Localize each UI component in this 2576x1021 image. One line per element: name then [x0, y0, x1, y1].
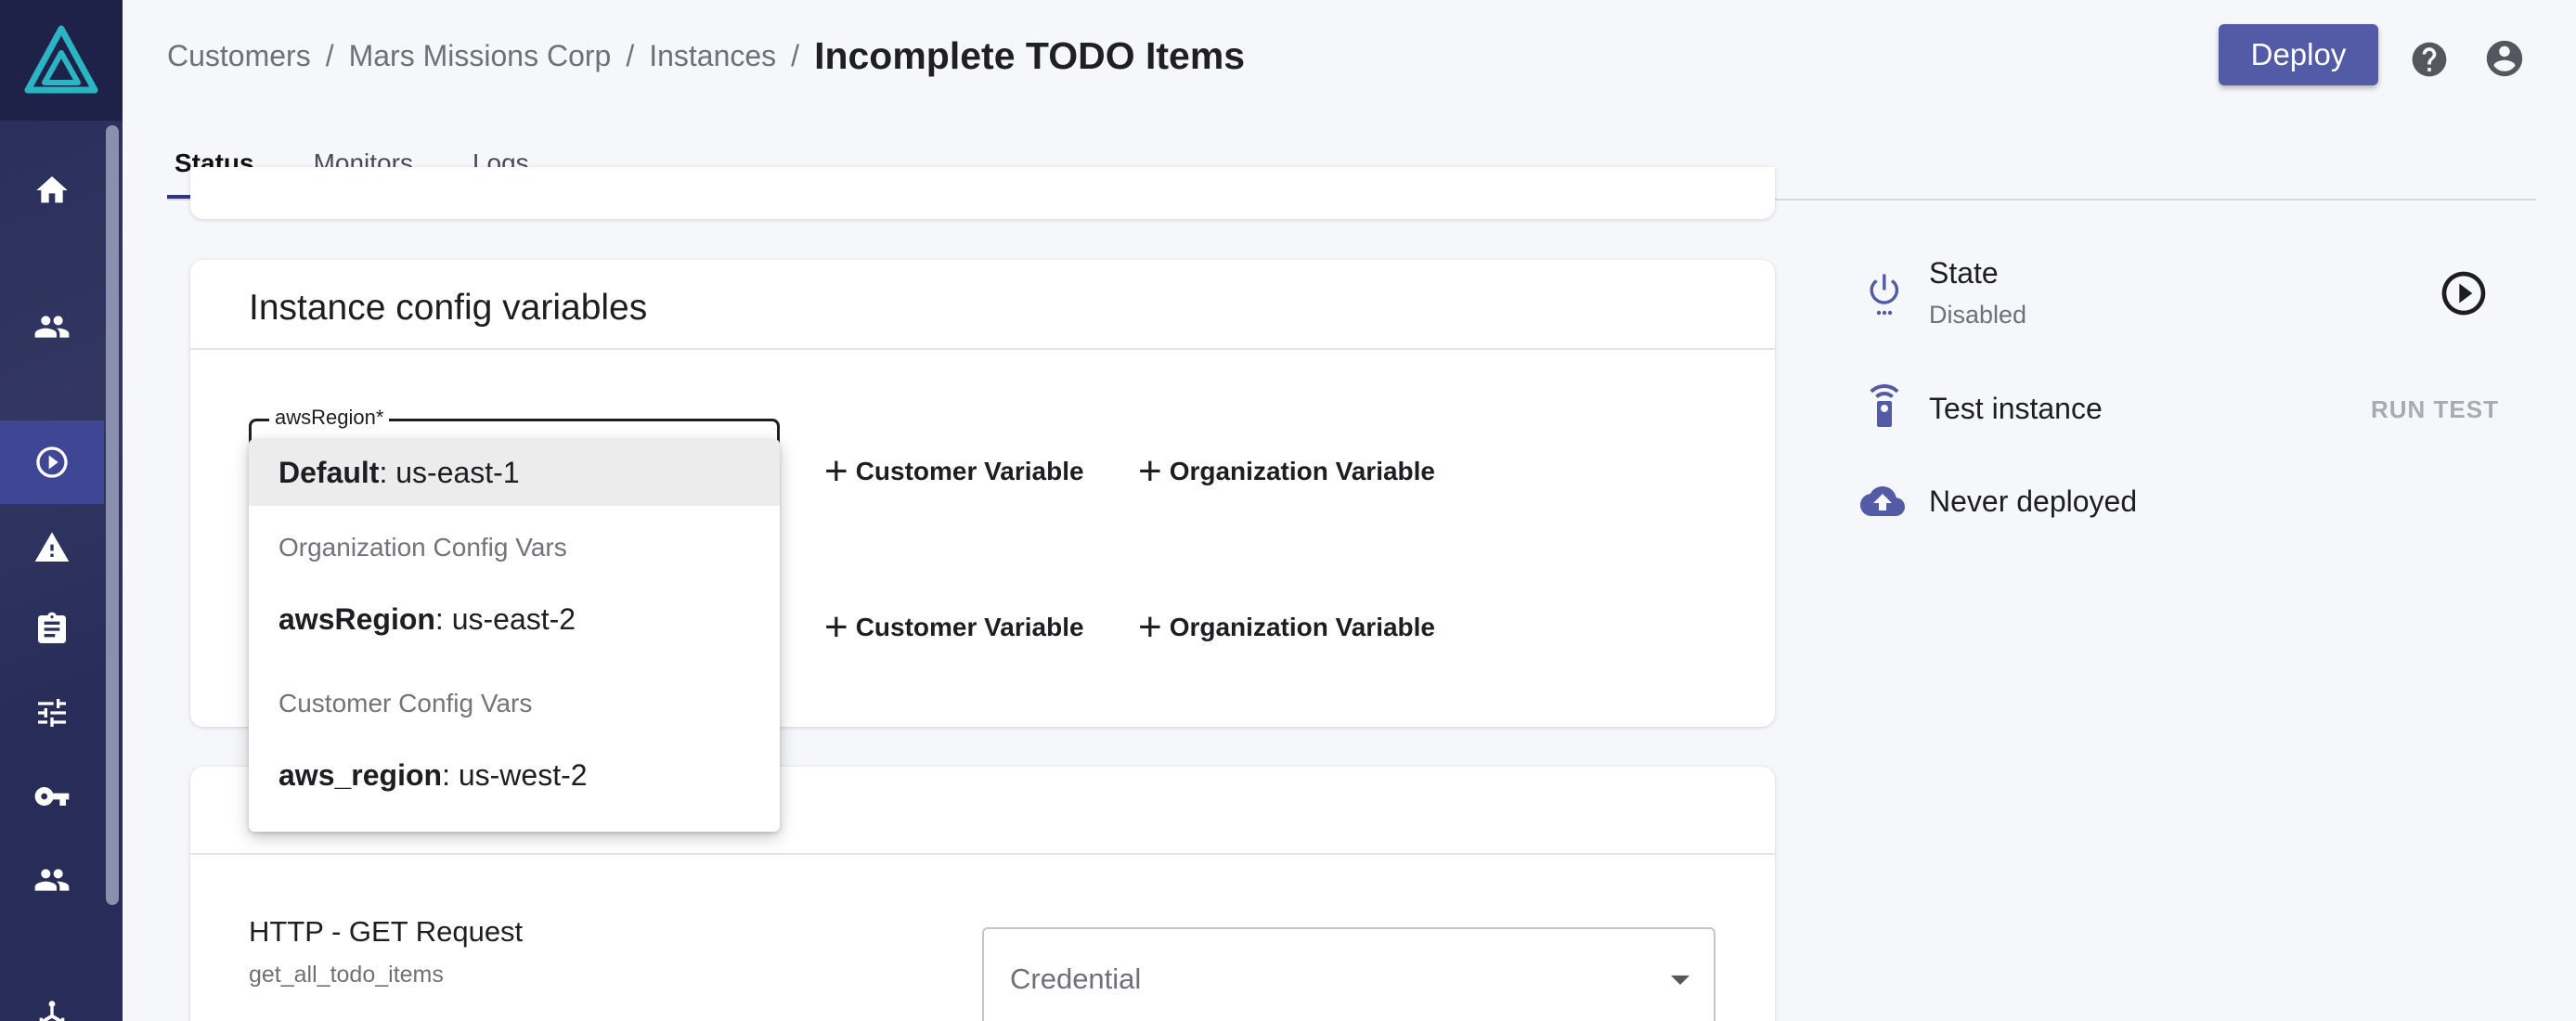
- add-customer-variable-button[interactable]: + Customer Variable: [824, 448, 1084, 495]
- credential-placeholder: Credential: [1010, 963, 1142, 995]
- add-customer-variable-button[interactable]: + Customer Variable: [824, 604, 1084, 651]
- state-value: Disabled: [1929, 301, 2027, 329]
- alert-warning-icon: [34, 532, 70, 562]
- sidebar-item-customers[interactable]: [0, 285, 104, 368]
- sidebar-item-home[interactable]: [0, 149, 104, 232]
- sidebar: [0, 0, 123, 1021]
- add-organization-variable-button[interactable]: + Organization Variable: [1138, 604, 1435, 651]
- help-icon[interactable]: [2409, 39, 2450, 80]
- remote-test-icon: [1870, 384, 1899, 427]
- option-key: aws_region: [278, 757, 443, 792]
- previous-card: [190, 167, 1775, 219]
- breadcrumb-separator: /: [791, 38, 800, 72]
- dropdown-group-header: Organization Config Vars: [278, 533, 567, 562]
- breadcrumb-separator: /: [626, 38, 635, 72]
- dropdown-option-default[interactable]: Default: us-east-1: [249, 439, 780, 506]
- sidebar-scrollbar[interactable]: [106, 125, 119, 905]
- users-icon: [34, 869, 70, 891]
- add-customer-variable-label: Customer Variable: [855, 457, 1084, 485]
- add-organization-variable-label: Organization Variable: [1169, 613, 1436, 641]
- tune-sliders-icon: [38, 699, 66, 727]
- breadcrumb-separator: /: [325, 38, 334, 72]
- customers-icon: [34, 316, 70, 338]
- sidebar-item-users[interactable]: [0, 838, 104, 922]
- option-value: : us-west-2: [442, 757, 588, 792]
- action-key: get_all_todo_items: [249, 962, 444, 988]
- option-key: awsRegion: [278, 601, 435, 636]
- dropdown-option-customer-var[interactable]: aws_region: us-west-2: [249, 742, 780, 808]
- integrations-icon: [39, 1001, 65, 1021]
- sidebar-item-logs[interactable]: [0, 588, 104, 671]
- config-card-title: Instance config variables: [249, 288, 648, 328]
- deploy-button[interactable]: Deploy: [2219, 24, 2378, 85]
- enable-play-icon[interactable]: [2438, 267, 2490, 319]
- chevron-down-icon: [1671, 976, 1689, 985]
- sidebar-item-alerts[interactable]: [0, 506, 104, 589]
- dropdown-group-header: Customer Config Vars: [278, 689, 533, 717]
- add-organization-variable-label: Organization Variable: [1169, 457, 1436, 485]
- logo[interactable]: [0, 0, 123, 121]
- add-customer-variable-label: Customer Variable: [855, 613, 1084, 641]
- plus-icon: +: [1138, 448, 1162, 494]
- plus-icon: +: [824, 604, 848, 650]
- test-instance-label: Test instance: [1929, 392, 2103, 425]
- card-divider: [190, 348, 1775, 350]
- add-organization-variable-button[interactable]: + Organization Variable: [1138, 448, 1435, 495]
- clipboard-icon: [38, 612, 66, 643]
- plus-icon: +: [824, 448, 848, 494]
- cloud-upload-icon: [1860, 486, 1905, 516]
- sidebar-item-settings[interactable]: [0, 671, 104, 755]
- breadcrumb-customers[interactable]: Customers: [167, 39, 311, 73]
- state-label: State: [1929, 256, 1999, 290]
- sidebar-item-integrations[interactable]: [0, 975, 104, 1021]
- dropdown-option-org-var[interactable]: awsRegion: us-east-2: [249, 586, 780, 653]
- credential-select[interactable]: Credential: [982, 927, 1715, 1021]
- account-icon[interactable]: [2483, 37, 2526, 80]
- aws-region-field-label: awsRegion*: [269, 406, 390, 430]
- breadcrumb: Customers / Mars Missions Corp / Instanc…: [167, 28, 1245, 84]
- aws-region-dropdown-menu: Default: us-east-1 Organization Config V…: [249, 439, 780, 832]
- breadcrumb-customer-name[interactable]: Mars Missions Corp: [349, 39, 612, 73]
- run-test-button[interactable]: RUN TEST: [2371, 395, 2499, 424]
- deploy-status: Never deployed: [1929, 485, 2138, 518]
- power-icon: [1870, 274, 1899, 316]
- sidebar-item-credentials[interactable]: [0, 755, 104, 838]
- card-divider: [190, 853, 1775, 855]
- home-icon: [36, 176, 68, 203]
- option-key: Default: [278, 455, 380, 489]
- page-title: Incomplete TODO Items: [814, 33, 1246, 77]
- action-name: HTTP - GET Request: [249, 915, 524, 948]
- option-value: : us-east-2: [434, 601, 576, 636]
- key-icon: [34, 787, 70, 806]
- sidebar-item-instances[interactable]: [0, 420, 104, 504]
- plus-icon: +: [1138, 604, 1162, 650]
- option-value: : us-east-1: [379, 455, 520, 489]
- instances-play-icon: [36, 446, 68, 478]
- breadcrumb-instances[interactable]: Instances: [649, 39, 776, 73]
- logo-icon: [24, 25, 98, 94]
